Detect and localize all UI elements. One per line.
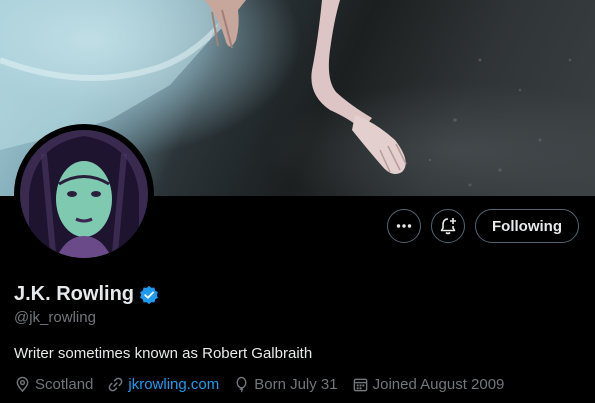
avatar-portrait xyxy=(15,125,153,263)
profile-name-row: J.K. Rowling xyxy=(14,283,159,306)
verified-badge-icon[interactable] xyxy=(139,285,159,305)
location-text: Scotland xyxy=(35,376,94,393)
website-link[interactable]: jkrowling.com xyxy=(128,376,219,393)
location-item: Scotland xyxy=(14,376,93,393)
profile-handle: @jk_rowling xyxy=(14,309,96,326)
calendar-icon xyxy=(353,378,367,392)
more-horizontal-icon xyxy=(396,224,412,228)
profile-actions: Following xyxy=(387,209,579,243)
profile-meta: Scotland jkrowling.com Born July 31 Join… xyxy=(14,376,504,393)
joined-item: Joined August 2009 xyxy=(352,376,505,393)
profile-name: J.K. Rowling xyxy=(14,283,134,305)
birthday-text: Born July 31 xyxy=(254,376,338,393)
notifications-button[interactable] xyxy=(431,209,466,243)
birthday-item: Born July 31 xyxy=(233,376,338,393)
more-options-button[interactable] xyxy=(387,209,422,243)
profile-bio: Writer sometimes known as Robert Galbrai… xyxy=(14,345,313,362)
balloon-icon xyxy=(236,376,247,393)
following-button[interactable]: Following xyxy=(475,209,579,243)
location-pin-icon xyxy=(16,376,29,393)
joined-text: Joined August 2009 xyxy=(372,376,505,393)
website-item[interactable]: jkrowling.com xyxy=(107,376,219,393)
profile-avatar[interactable] xyxy=(14,124,154,264)
bell-plus-icon xyxy=(440,218,457,235)
link-icon xyxy=(108,377,123,392)
